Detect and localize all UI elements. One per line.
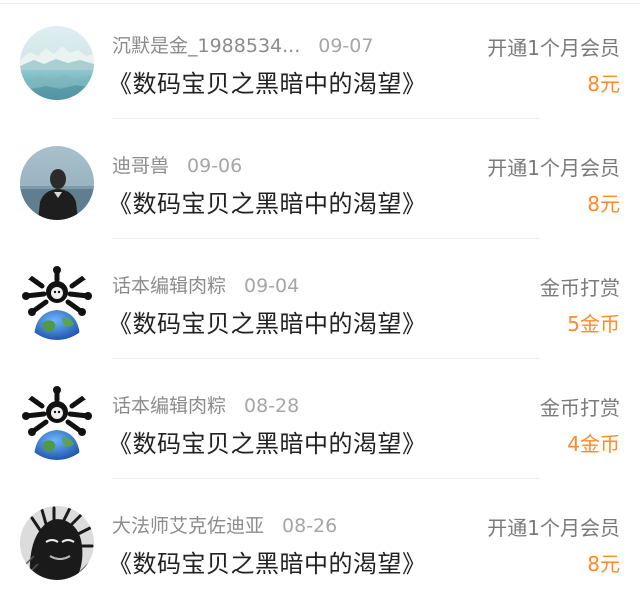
book-title[interactable]: 《数码宝贝之黑暗中的渴望》 bbox=[108, 304, 427, 339]
amount-label: 5金币 bbox=[567, 312, 620, 336]
row-divider bbox=[112, 118, 540, 119]
amount-label: 4金币 bbox=[567, 432, 620, 456]
username[interactable]: 迪哥兽 bbox=[112, 155, 169, 177]
list-item[interactable]: 沉默是金_1988534... 09-07 《数码宝贝之黑暗中的渴望》 开通1个月… bbox=[0, 0, 640, 119]
action-label: 开通1个月会员 bbox=[487, 516, 620, 540]
row-divider bbox=[112, 478, 540, 479]
book-title[interactable]: 《数码宝贝之黑暗中的渴望》 bbox=[108, 184, 427, 219]
amount-label: 8元 bbox=[587, 552, 620, 576]
manga-sketch-avatar-icon[interactable] bbox=[20, 506, 94, 580]
list-item[interactable]: 话本编辑肉粽 08-28 《数码宝贝之黑暗中的渴望》 金币打赏 4金币 bbox=[0, 360, 640, 479]
row-divider bbox=[112, 358, 540, 359]
action-label: 开通1个月会员 bbox=[487, 156, 620, 180]
globe-creature-avatar-icon[interactable] bbox=[20, 386, 94, 460]
amount-label: 8元 bbox=[587, 192, 620, 216]
action-label: 金币打赏 bbox=[540, 396, 620, 420]
username[interactable]: 大法师艾克佐迪亚 bbox=[112, 515, 264, 537]
landscape-avatar-icon[interactable] bbox=[20, 26, 94, 100]
row-divider bbox=[112, 238, 540, 239]
record-meta: 沉默是金_1988534... 09-07 bbox=[112, 31, 373, 58]
record-date: 08-28 bbox=[244, 395, 300, 417]
record-meta: 话本编辑肉粽 08-28 bbox=[112, 391, 299, 418]
globe-creature-avatar-icon[interactable] bbox=[20, 266, 94, 340]
record-date: 09-06 bbox=[187, 155, 243, 177]
record-date: 08-26 bbox=[282, 515, 338, 537]
username[interactable]: 话本编辑肉粽 bbox=[112, 275, 226, 297]
record-meta: 迪哥兽 09-06 bbox=[112, 151, 242, 178]
username[interactable]: 话本编辑肉粽 bbox=[112, 395, 226, 417]
record-meta: 话本编辑肉粽 09-04 bbox=[112, 271, 299, 298]
list-item[interactable]: 大法师艾克佐迪亚 08-26 《数码宝贝之黑暗中的渴望》 开通1个月会员 8元 bbox=[0, 480, 640, 599]
record-meta: 大法师艾克佐迪亚 08-26 bbox=[112, 511, 337, 538]
list-item[interactable]: 迪哥兽 09-06 《数码宝贝之黑暗中的渴望》 开通1个月会员 8元 bbox=[0, 120, 640, 239]
username[interactable]: 沉默是金_1988534... bbox=[112, 35, 300, 57]
action-label: 金币打赏 bbox=[540, 276, 620, 300]
book-title[interactable]: 《数码宝贝之黑暗中的渴望》 bbox=[108, 64, 427, 99]
action-label: 开通1个月会员 bbox=[487, 36, 620, 60]
record-date: 09-07 bbox=[318, 35, 374, 57]
amount-label: 8元 bbox=[587, 72, 620, 96]
person-seascape-avatar-icon[interactable] bbox=[20, 146, 94, 220]
list-item[interactable]: 话本编辑肉粽 09-04 《数码宝贝之黑暗中的渴望》 金币打赏 5金币 bbox=[0, 240, 640, 359]
book-title[interactable]: 《数码宝贝之黑暗中的渴望》 bbox=[108, 424, 427, 459]
book-title[interactable]: 《数码宝贝之黑暗中的渴望》 bbox=[108, 544, 427, 579]
record-date: 09-04 bbox=[244, 275, 300, 297]
